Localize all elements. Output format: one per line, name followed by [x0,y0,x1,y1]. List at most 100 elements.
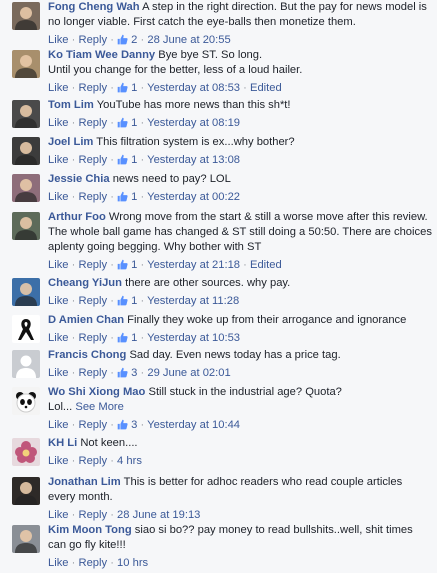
like-link[interactable]: Like [48,419,69,431]
like-count[interactable]: 1 [117,259,137,271]
separator-dot: · [137,117,148,129]
like-count[interactable]: 2 [117,34,137,46]
like-link[interactable]: Like [48,154,69,166]
comment-content: Fong Cheng Wah A step in the right direc… [48,0,432,30]
comment-timestamp[interactable]: Yesterday at 11:28 [147,295,239,307]
like-count[interactable]: 1 [117,191,137,203]
user-photo-avatar[interactable] [12,137,40,165]
like-count[interactable]: 1 [117,154,137,166]
like-link[interactable]: Like [48,191,69,203]
comment-body: Joel Lim This filtration system is ex...… [48,135,432,167]
like-link[interactable]: Like [48,332,69,344]
like-count[interactable]: 3 [117,419,137,431]
comment-content: Joel Lim This filtration system is ex...… [48,135,432,150]
reply-link[interactable]: Reply [78,191,107,203]
reply-link[interactable]: Reply [78,295,107,307]
separator-dot: · [107,367,118,379]
comment-content: Jonathan Lim This is better for adhoc re… [48,475,432,505]
like-link[interactable]: Like [48,509,69,521]
like-link[interactable]: Like [48,34,69,46]
comment-timestamp[interactable]: 4 hrs [117,455,142,467]
like-count[interactable]: 1 [117,332,137,344]
comment-author[interactable]: Arthur Foo [48,211,106,223]
reply-link[interactable]: Reply [78,419,107,431]
like-link[interactable]: Like [48,117,69,129]
separator-dot: · [107,191,118,203]
default-silhouette-avatar[interactable] [12,350,40,378]
user-photo-avatar[interactable] [12,212,40,240]
comment-timestamp[interactable]: Yesterday at 00:22 [147,191,240,203]
comment-text: news need to pay? LOL [112,173,231,185]
comment-timestamp[interactable]: Yesterday at 21:18 [147,259,240,271]
user-photo-avatar[interactable] [12,2,40,30]
edited-label[interactable]: Edited [250,259,282,271]
separator-dot: · [68,82,79,94]
thumbs-up-icon [117,259,128,270]
comment-body: Wo Shi Xiong Mao Still stuck in the indu… [48,385,432,432]
user-photo-avatar[interactable] [12,100,40,128]
comment-timestamp[interactable]: 28 June at 20:55 [147,34,230,46]
reply-link[interactable]: Reply [78,557,107,569]
panda-avatar[interactable] [12,387,40,415]
comment-timestamp[interactable]: Yesterday at 10:53 [147,332,240,344]
separator-dot: · [107,455,118,467]
comment-text: Finally they woke up from their arroganc… [127,314,407,326]
comment-actions: Like · Reply · 1 · Yesterday at 11:28 [48,294,432,308]
reply-link[interactable]: Reply [78,117,107,129]
reply-link[interactable]: Reply [78,509,107,521]
comment-text: Not keen.... [80,437,138,449]
comment-author[interactable]: Cheang YiJun [48,277,122,289]
separator-dot: · [68,154,79,166]
reply-link[interactable]: Reply [78,154,107,166]
reply-link[interactable]: Reply [78,455,107,467]
like-link[interactable]: Like [48,367,69,379]
like-link[interactable]: Like [48,82,69,94]
reply-link[interactable]: Reply [78,82,107,94]
reply-link[interactable]: Reply [78,367,107,379]
black-ribbon-avatar[interactable] [12,315,40,343]
comment-author[interactable]: Francis Chong [48,349,126,361]
edited-label[interactable]: Edited [250,82,282,94]
comment-author[interactable]: Jessie Chia [48,173,110,185]
reply-link[interactable]: Reply [78,259,107,271]
user-photo-avatar[interactable] [12,278,40,306]
comment-timestamp[interactable]: 28 June at 19:13 [117,509,200,521]
comment-author[interactable]: Fong Cheng Wah [48,1,140,13]
user-photo-avatar[interactable] [12,525,40,553]
comment-author[interactable]: Joel Lim [48,136,93,148]
comment-author[interactable]: Tom Lim [48,99,94,111]
like-link[interactable]: Like [48,557,69,569]
like-count[interactable]: 1 [117,117,137,129]
separator-dot: · [107,295,118,307]
like-link[interactable]: Like [48,295,69,307]
like-count[interactable]: 1 [117,295,137,307]
comment-author[interactable]: Ko Tiam Wee Danny [48,49,155,61]
like-count[interactable]: 3 [117,367,137,379]
comment-actions: Like · Reply · 1 · Yesterday at 21:18 · … [48,258,432,272]
user-photo-avatar[interactable] [12,477,40,505]
comment-body: Cheang YiJun there are other sources. wh… [48,276,432,308]
comment-author[interactable]: D Amien Chan [48,314,124,326]
separator-dot: · [137,259,148,271]
like-count[interactable]: 1 [117,82,137,94]
comment-timestamp[interactable]: Yesterday at 08:19 [147,117,240,129]
comment-author[interactable]: KH Li [48,437,77,449]
comment-author[interactable]: Kim Moon Tong [48,524,132,536]
comment-timestamp[interactable]: Yesterday at 08:53 [147,82,240,94]
like-link[interactable]: Like [48,455,69,467]
comment-timestamp[interactable]: 29 June at 02:01 [147,367,230,379]
separator-dot: · [107,259,118,271]
separator-dot: · [240,82,250,94]
reply-link[interactable]: Reply [78,34,107,46]
comment-author[interactable]: Wo Shi Xiong Mao [48,386,145,398]
comment-timestamp[interactable]: Yesterday at 13:08 [147,154,240,166]
like-link[interactable]: Like [48,259,69,271]
user-photo-avatar[interactable] [12,174,40,202]
comment-timestamp[interactable]: Yesterday at 10:44 [147,419,240,431]
flower-avatar[interactable] [12,438,40,466]
comment-timestamp[interactable]: 10 hrs [117,557,148,569]
user-photo-avatar[interactable] [12,50,40,78]
comment-author[interactable]: Jonathan Lim [48,476,121,488]
reply-link[interactable]: Reply [78,332,107,344]
see-more-link[interactable]: See More [75,401,124,413]
